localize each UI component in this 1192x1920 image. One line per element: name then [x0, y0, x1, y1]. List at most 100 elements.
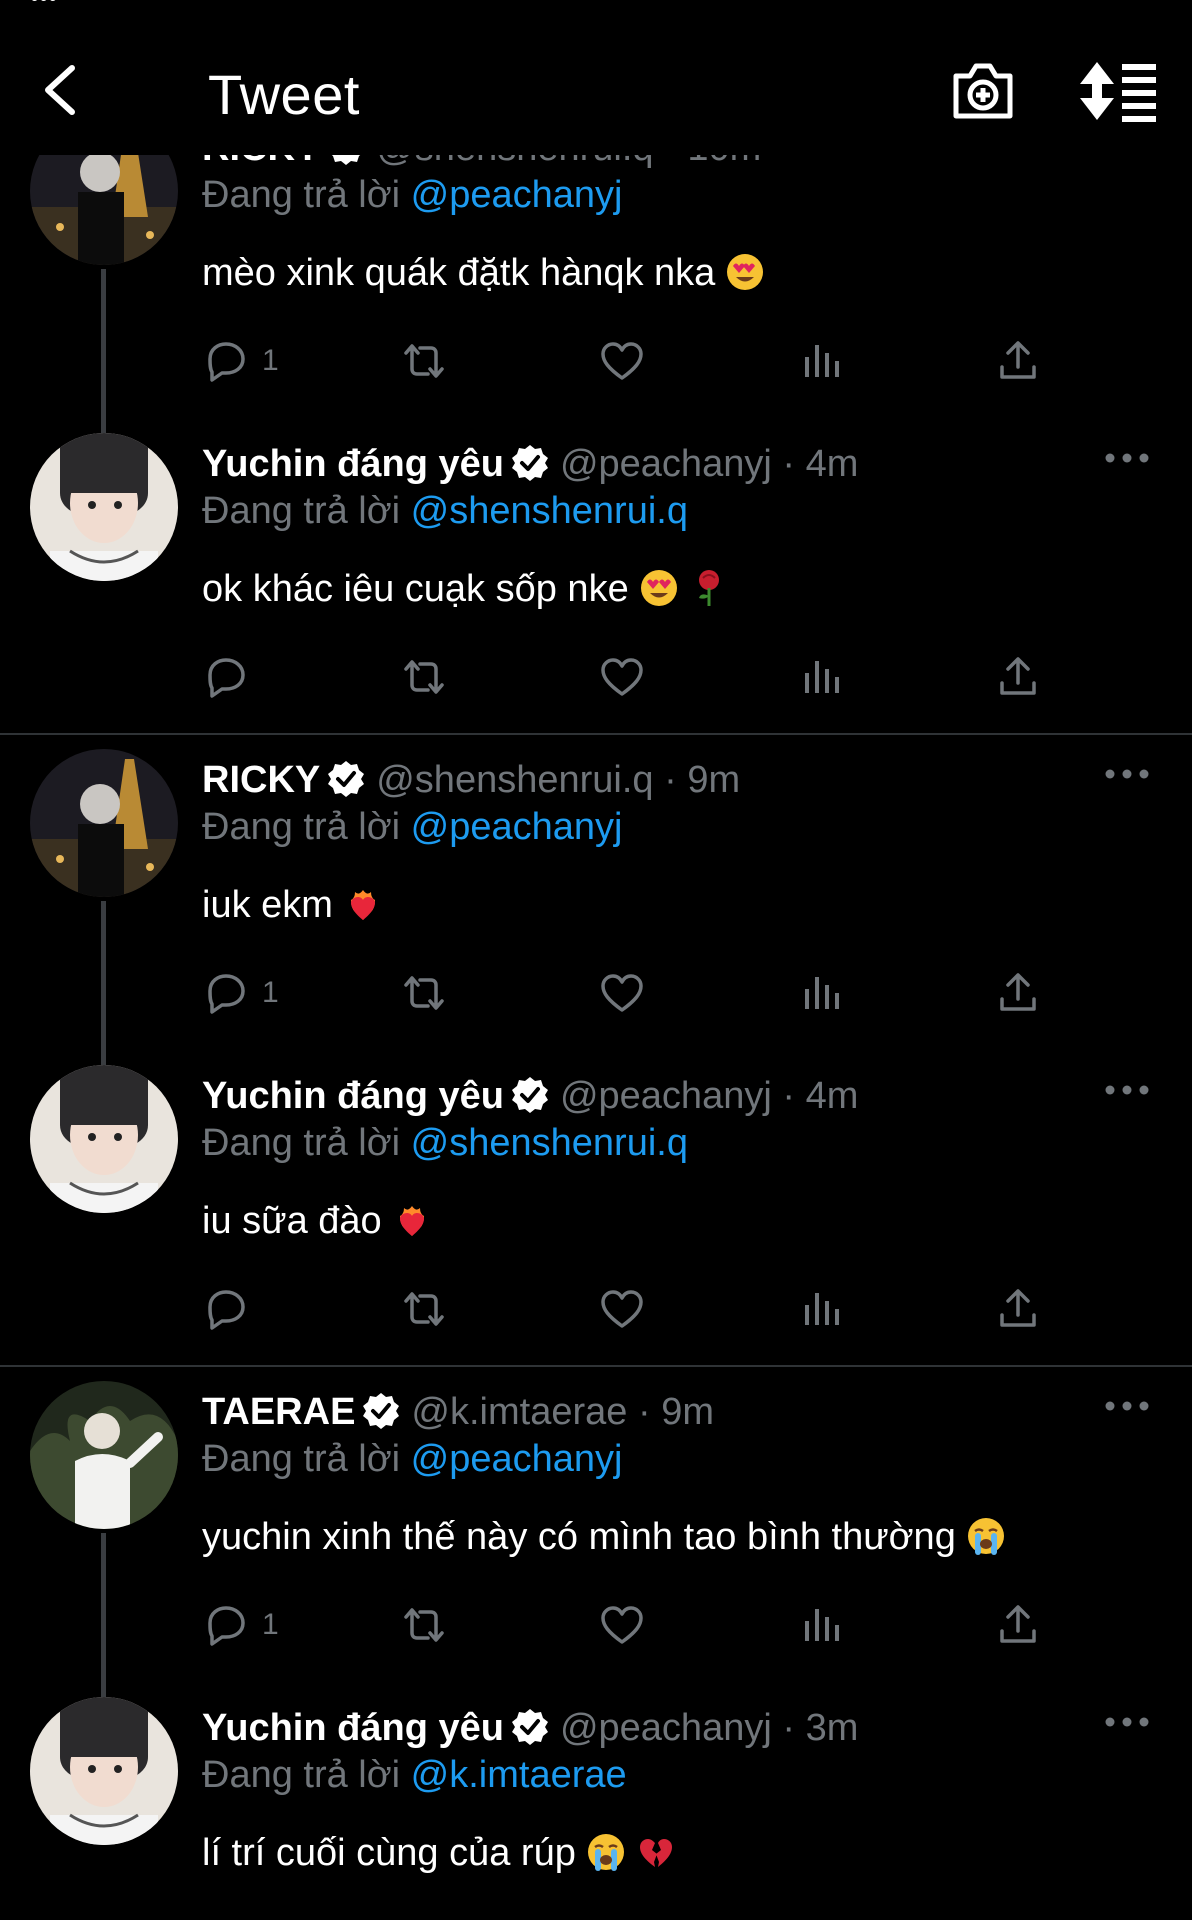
tweet-actions [0, 647, 1192, 707]
camera-button[interactable] [950, 58, 1016, 124]
display-name[interactable]: Yuchin đáng yêu [202, 1075, 504, 1117]
like-button[interactable] [598, 1595, 646, 1655]
reply-icon [208, 342, 245, 382]
verified-badge-icon [328, 761, 365, 797]
more-options-button[interactable] [1102, 1707, 1152, 1737]
display-name[interactable]: TAERAE [202, 1391, 355, 1433]
retweet-button[interactable] [400, 647, 448, 707]
avatar[interactable] [30, 1065, 178, 1213]
reply-button[interactable] [202, 647, 262, 707]
timestamp[interactable]: 3m [806, 1707, 859, 1749]
views-button[interactable] [797, 963, 845, 1023]
share-button[interactable] [994, 1595, 1042, 1655]
verified-badge-icon [511, 445, 548, 481]
reply-button[interactable]: 1 [202, 1595, 279, 1655]
avatar[interactable] [30, 1697, 178, 1845]
avatar[interactable] [30, 433, 178, 581]
separator: · [654, 155, 688, 169]
retweet-button[interactable] [400, 1279, 448, 1339]
share-icon [1000, 1289, 1036, 1327]
timestamp[interactable]: 9m [661, 1391, 714, 1433]
display-name[interactable]: RICKY [202, 759, 320, 801]
tweet-item[interactable]: TAERAE @k.imtaerae · 9m Đang trả lời @pea… [0, 1381, 1192, 1697]
tweet-text: ok khác iêu cuạk sốp nke [202, 561, 729, 617]
mention-link[interactable]: @peachanyj [411, 1438, 623, 1480]
user-handle[interactable]: @k.imtaerae [411, 1391, 627, 1433]
mention-link[interactable]: @peachanyj [411, 174, 623, 216]
heart-icon [601, 974, 643, 1012]
more-options-button[interactable] [1102, 1391, 1152, 1421]
heart-icon [601, 1606, 643, 1644]
tweet-text-content: iuk ekm [202, 884, 333, 926]
avatar[interactable] [30, 1381, 178, 1529]
user-handle[interactable]: @peachanyj [560, 1707, 772, 1749]
timestamp[interactable]: 4m [806, 1075, 859, 1117]
avatar[interactable] [30, 749, 178, 897]
more-options-button[interactable] [1102, 443, 1152, 473]
reply-button[interactable] [202, 1279, 262, 1339]
retweet-button[interactable] [400, 331, 448, 391]
replying-to: Đang trả lời @peachanyj [202, 171, 623, 219]
views-button[interactable] [797, 1279, 845, 1339]
tweet-item[interactable]: Yuchin đáng yêu @peachanyj · 4m Đang trả … [0, 1065, 1192, 1381]
camera-plus-icon [953, 63, 1013, 119]
tweet-feed[interactable]: RICKY @shenshenrui.q · 10m Đang trả lời @… [0, 155, 1192, 1920]
views-button[interactable] [797, 1595, 845, 1655]
share-button[interactable] [994, 331, 1042, 391]
divider [0, 1365, 1192, 1367]
heart-eyes-emoji-icon [640, 570, 677, 606]
timestamp[interactable]: 9m [687, 759, 740, 801]
separator: · [771, 1707, 806, 1749]
tweet-item[interactable]: Yuchin đáng yêu @peachanyj · 3m Đang trả … [0, 1697, 1192, 1874]
tweet-item[interactable]: Yuchin đáng yêu @peachanyj · 4m Đang trả … [0, 433, 1192, 749]
display-name[interactable]: Yuchin đáng yêu [202, 443, 504, 485]
views-icon [805, 345, 839, 377]
user-handle[interactable]: @shenshenrui.q [376, 155, 653, 169]
tweet-item[interactable]: RICKY @shenshenrui.q · 9m Đang trả lời @p… [0, 749, 1192, 1065]
timestamp[interactable]: 4m [806, 443, 859, 485]
like-button[interactable] [598, 1279, 646, 1339]
reply-icon [208, 1606, 245, 1646]
share-button[interactable] [994, 1279, 1042, 1339]
mention-link[interactable]: @peachanyj [411, 806, 623, 848]
more-options-button[interactable] [1102, 759, 1152, 789]
retweet-button[interactable] [400, 1595, 448, 1655]
share-button[interactable] [994, 647, 1042, 707]
like-button[interactable] [598, 963, 646, 1023]
views-button[interactable] [797, 647, 845, 707]
user-handle[interactable]: @shenshenrui.q [376, 759, 653, 801]
user-handle[interactable]: @peachanyj [560, 443, 772, 485]
tweet-header: Yuchin đáng yêu @peachanyj · 3m [202, 1703, 858, 1753]
replying-label: Đang trả lời [202, 1438, 401, 1480]
mention-link[interactable]: @shenshenrui.q [411, 1122, 688, 1164]
like-button[interactable] [598, 647, 646, 707]
tweet-item[interactable]: RICKY @shenshenrui.q · 10m Đang trả lời @… [0, 155, 1192, 433]
tweet-text-content: iu sữa đào [202, 1200, 382, 1242]
sort-button[interactable] [1080, 58, 1160, 124]
more-options-button[interactable] [1102, 1075, 1152, 1105]
timestamp[interactable]: 10m [687, 155, 761, 169]
reply-button[interactable]: 1 [202, 331, 279, 391]
like-button[interactable] [598, 331, 646, 391]
avatar[interactable] [30, 155, 178, 265]
display-name[interactable]: Yuchin đáng yêu [202, 1707, 504, 1749]
user-handle[interactable]: @peachanyj [560, 1075, 772, 1117]
mention-link[interactable]: @k.imtaerae [411, 1754, 627, 1796]
more-options-button[interactable] [1102, 155, 1152, 157]
separator: · [627, 1391, 662, 1433]
retweet-button[interactable] [400, 963, 448, 1023]
replying-to: Đang trả lời @shenshenrui.q [202, 487, 688, 535]
retweet-icon [404, 976, 444, 1010]
back-button[interactable] [36, 60, 96, 120]
share-button[interactable] [994, 963, 1042, 1023]
separator: · [771, 443, 806, 485]
tweet-text: iuk ekm [202, 877, 383, 933]
reply-button[interactable]: 1 [202, 963, 279, 1023]
display-name[interactable]: RICKY [202, 155, 320, 169]
replying-label: Đang trả lời [202, 1122, 401, 1164]
crying-face-emoji-icon [587, 1834, 624, 1871]
views-button[interactable] [797, 331, 845, 391]
tweet-text: yuchin xinh thế này có mình tao bình thư… [202, 1509, 1006, 1565]
retweet-icon [404, 1608, 444, 1642]
mention-link[interactable]: @shenshenrui.q [411, 490, 688, 532]
